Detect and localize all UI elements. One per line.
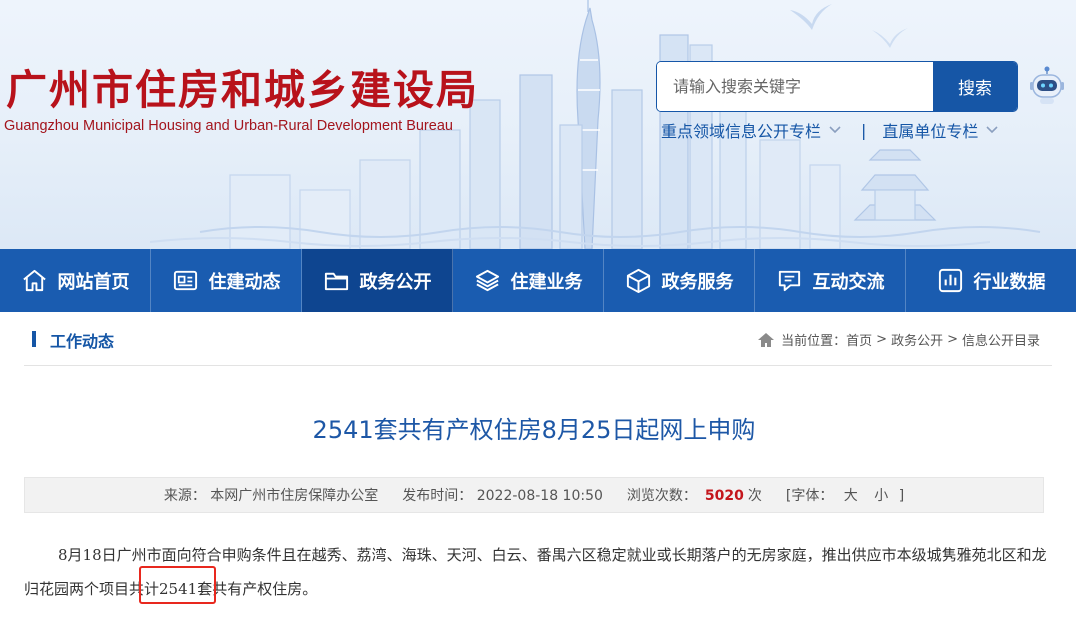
quick-link-affiliated-units[interactable]: 直属单位专栏 bbox=[882, 118, 998, 142]
home-icon bbox=[758, 332, 775, 347]
nav-item-construction-business[interactable]: 住建业务 bbox=[453, 249, 604, 312]
quick-link-key-areas[interactable]: 重点领域信息公开专栏 bbox=[661, 118, 841, 142]
article-title: 2541套共有产权住房8月25日起网上申购 bbox=[312, 416, 756, 444]
layers-icon bbox=[475, 269, 499, 292]
views-count: 5020 bbox=[704, 488, 744, 504]
date-label: 发布时间： bbox=[402, 488, 473, 504]
font-label: [字体： bbox=[785, 488, 834, 504]
meta-date: 发布时间： 2022-08-18 10:50 bbox=[402, 485, 603, 505]
nav-item-label: 住建业务 bbox=[510, 271, 583, 293]
breadcrumb-government-link[interactable]: 政务公开 bbox=[891, 330, 943, 349]
meta-views: 浏览次数： 5020 次 bbox=[627, 485, 762, 505]
nav-item-label: 住建动态 bbox=[208, 271, 281, 293]
breadcrumb-separator: > bbox=[876, 332, 888, 347]
font-size-controls: [字体： 大 小 ] bbox=[786, 485, 904, 505]
highlight-annotation-box bbox=[139, 566, 216, 604]
meta-source: 来源： 本网广州市住房保障办公室 bbox=[164, 485, 378, 505]
nav-item-label: 网站首页 bbox=[57, 271, 130, 293]
section-marker bbox=[32, 331, 36, 347]
nav-item-label: 互动交流 bbox=[812, 271, 885, 293]
nav-item-label: 政务服务 bbox=[661, 271, 734, 293]
breadcrumb-home-link[interactable]: 首页 bbox=[846, 330, 872, 349]
date-value: 2022-08-18 10:50 bbox=[476, 488, 603, 504]
nav-item-news[interactable]: 住建动态 bbox=[151, 249, 302, 312]
quick-link-label: 重点领域信息公开专栏 bbox=[661, 122, 822, 141]
search-box: 搜索 bbox=[656, 61, 1018, 112]
news-icon bbox=[173, 270, 197, 291]
views-unit: 次 bbox=[747, 488, 762, 504]
home-icon bbox=[22, 269, 46, 292]
breadcrumb-separator: > bbox=[947, 332, 958, 347]
font-large-button[interactable]: 大 bbox=[844, 488, 858, 504]
breadcrumb-catalog-link[interactable]: 信息公开目录 bbox=[962, 330, 1040, 349]
quick-links-separator: | bbox=[861, 120, 867, 140]
body-text-before: 8月18日广州市面向符合申购条件且在越秀、荔湾、海珠、天河、白云、番禺六区稳定就… bbox=[58, 546, 1032, 564]
nav-item-government-services[interactable]: 政务服务 bbox=[604, 249, 755, 312]
nav-item-government-affairs[interactable]: 政务公开 bbox=[302, 249, 453, 312]
chevron-down-icon bbox=[986, 126, 998, 134]
source-value: 本网广州市住房保障办公室 bbox=[210, 488, 379, 504]
section-title: 工作动态 bbox=[50, 332, 115, 351]
nav-item-interaction[interactable]: 互动交流 bbox=[755, 249, 906, 312]
box-icon bbox=[626, 268, 650, 294]
nav-item-industry-data[interactable]: 行业数据 bbox=[906, 249, 1076, 312]
folder-icon bbox=[324, 272, 348, 291]
site-header: 广州市住房和城乡建设局 Guangzhou Municipal Housing … bbox=[0, 0, 1076, 249]
breadcrumb: 当前位置： 首页 > 政务公开 > 信息公开目录 bbox=[757, 330, 1040, 349]
nav-item-home[interactable]: 网站首页 bbox=[0, 249, 151, 312]
font-small-button[interactable]: 小 bbox=[874, 488, 888, 504]
source-label: 来源： bbox=[163, 488, 206, 504]
main-nav: 网站首页 住建动态 政务公开 住建业务 政务服务 互动交流 行业数据 bbox=[0, 249, 1076, 312]
nav-item-label: 行业数据 bbox=[973, 271, 1046, 293]
quick-links: 重点领域信息公开专栏 | 直属单位专栏 bbox=[661, 118, 998, 142]
chat-icon bbox=[778, 270, 800, 292]
views-label: 浏览次数： bbox=[626, 488, 697, 504]
site-title: 广州市住房和城乡建设局 bbox=[6, 66, 479, 114]
search-button[interactable]: 搜索 bbox=[933, 62, 1017, 111]
section-header: 工作动态 当前位置： 首页 > 政务公开 > 信息公开目录 bbox=[24, 312, 1052, 366]
site-subtitle: Guangzhou Municipal Housing and Urban-Ru… bbox=[4, 118, 453, 134]
nav-item-label: 政务公开 bbox=[359, 271, 432, 293]
quick-link-label: 直属单位专栏 bbox=[882, 122, 979, 141]
breadcrumb-prefix: 当前位置： bbox=[781, 334, 847, 349]
font-bracket: ] bbox=[898, 488, 905, 504]
article-meta: 来源： 本网广州市住房保障办公室 发布时间： 2022-08-18 10:50 … bbox=[24, 477, 1044, 513]
robot-assistant-icon[interactable] bbox=[1027, 66, 1067, 106]
chevron-down-icon bbox=[829, 126, 841, 134]
search-input[interactable] bbox=[657, 62, 934, 111]
chart-icon bbox=[938, 268, 962, 293]
